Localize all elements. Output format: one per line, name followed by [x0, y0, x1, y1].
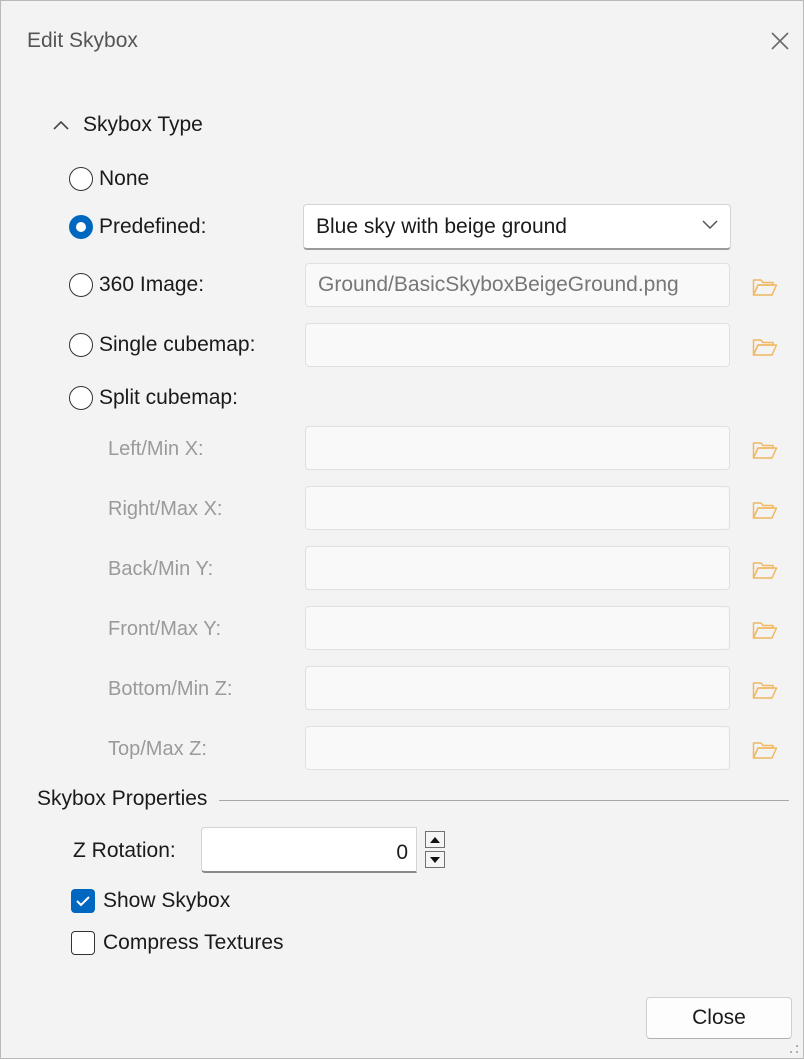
- left-min-x-label: Left/Min X:: [108, 438, 204, 460]
- radio-single-cubemap-label: Single cubemap:: [99, 333, 256, 356]
- radio-none[interactable]: None: [69, 163, 149, 195]
- show-skybox-check-indicator[interactable]: [71, 889, 95, 913]
- bottom-min-z-label: Bottom/Min Z:: [108, 678, 233, 700]
- right-max-x-field: [305, 486, 730, 530]
- title-bar: Edit Skybox: [1, 1, 803, 75]
- browse-left-min-x-button[interactable]: [745, 430, 785, 470]
- compress-textures-check-indicator[interactable]: [71, 931, 95, 955]
- edit-skybox-dialog: Edit Skybox Skybox Type None Predefined:…: [0, 0, 804, 1059]
- top-max-z-label: Top/Max Z:: [108, 738, 207, 760]
- folder-icon: [752, 442, 778, 459]
- top-max-z-field: [305, 726, 730, 770]
- back-min-y-field: [305, 546, 730, 590]
- folder-icon: [752, 339, 778, 356]
- compress-textures-checkbox[interactable]: Compress Textures: [71, 931, 284, 955]
- left-min-x-field: [305, 426, 730, 470]
- resize-grip-icon[interactable]: [787, 1042, 799, 1054]
- folder-icon: [752, 742, 778, 759]
- z-rotation-decrement[interactable]: [425, 851, 445, 868]
- radio-360-image[interactable]: 360 Image:: [69, 269, 204, 301]
- browse-single-cubemap-button[interactable]: [745, 327, 785, 367]
- browse-back-min-y-button[interactable]: [745, 550, 785, 590]
- folder-icon: [752, 682, 778, 699]
- browse-top-max-z-button[interactable]: [745, 730, 785, 770]
- compress-textures-label: Compress Textures: [103, 931, 284, 954]
- radio-predefined[interactable]: Predefined:: [69, 211, 206, 243]
- predefined-skybox-select[interactable]: Blue sky with beige ground: [303, 204, 731, 250]
- z-rotation-increment[interactable]: [425, 831, 445, 848]
- browse-360-image-button[interactable]: [745, 267, 785, 307]
- radio-split-cubemap-label: Split cubemap:: [99, 386, 238, 409]
- browse-bottom-min-z-button[interactable]: [745, 670, 785, 710]
- show-skybox-checkbox[interactable]: Show Skybox: [71, 889, 230, 913]
- chevron-up-icon: [53, 120, 69, 130]
- back-min-y-label: Back/Min Y:: [108, 558, 214, 580]
- window-close-button[interactable]: [757, 21, 803, 61]
- front-max-y-field: [305, 606, 730, 650]
- folder-icon: [752, 502, 778, 519]
- close-button[interactable]: Close: [646, 997, 792, 1039]
- radio-predefined-indicator[interactable]: [69, 215, 93, 239]
- bottom-min-z-field: [305, 666, 730, 710]
- radio-360-image-indicator[interactable]: [69, 273, 93, 297]
- close-icon: [771, 32, 789, 50]
- skybox-type-label: Skybox Type: [83, 113, 203, 136]
- folder-icon: [752, 622, 778, 639]
- show-skybox-label: Show Skybox: [103, 889, 231, 912]
- single-cubemap-field: [305, 323, 730, 367]
- skybox-properties-header: Skybox Properties: [37, 787, 220, 811]
- radio-single-cubemap[interactable]: Single cubemap:: [69, 329, 255, 361]
- checkmark-icon: [76, 896, 90, 907]
- image-path-field: Ground/BasicSkyboxBeigeGround.png: [305, 263, 730, 307]
- radio-single-cubemap-indicator[interactable]: [69, 333, 93, 357]
- right-max-x-label: Right/Max X:: [108, 498, 223, 520]
- predefined-skybox-value: Blue sky with beige ground: [316, 214, 567, 238]
- radio-360-image-label: 360 Image:: [99, 273, 205, 296]
- browse-front-max-y-button[interactable]: [745, 610, 785, 650]
- window-title: Edit Skybox: [27, 29, 138, 52]
- skybox-type-header[interactable]: Skybox Type: [53, 113, 203, 137]
- z-rotation-label: Z Rotation:: [73, 839, 176, 862]
- spin-up-icon: [430, 836, 440, 843]
- z-rotation-input[interactable]: 0: [201, 827, 417, 873]
- browse-right-max-x-button[interactable]: [745, 490, 785, 530]
- radio-split-cubemap-indicator[interactable]: [69, 386, 93, 410]
- folder-icon: [752, 562, 778, 579]
- radio-none-label: None: [99, 167, 150, 190]
- radio-split-cubemap[interactable]: Split cubemap:: [69, 382, 238, 414]
- spin-down-icon: [430, 856, 440, 863]
- front-max-y-label: Front/Max Y:: [108, 618, 222, 640]
- folder-icon: [752, 279, 778, 296]
- radio-predefined-label: Predefined:: [99, 215, 207, 238]
- chevron-down-icon: [702, 220, 718, 229]
- image-path-value: Ground/BasicSkyboxBeigeGround.png: [318, 273, 679, 296]
- radio-none-indicator[interactable]: [69, 167, 93, 191]
